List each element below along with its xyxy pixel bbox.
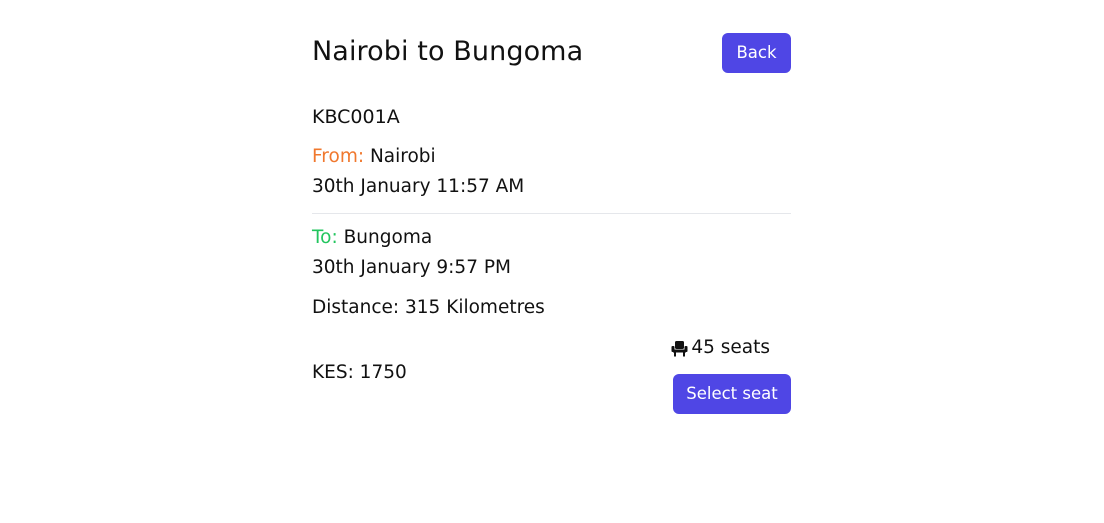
page-title: Nairobi to Bungoma (312, 36, 584, 67)
to-label: To: (312, 227, 338, 248)
to-city: Bungoma (343, 227, 433, 248)
to-row: To: Bungoma (312, 226, 432, 250)
seat-icon (671, 340, 688, 357)
vehicle-registration: KBC001A (312, 106, 400, 128)
select-seat-button[interactable]: Select seat (673, 374, 791, 414)
divider (312, 213, 791, 214)
distance: Distance: 315 Kilometres (312, 297, 545, 318)
arrival-time: 30th January 9:57 PM (312, 257, 511, 278)
from-city: Nairobi (369, 146, 436, 167)
trip-header: Nairobi to Bungoma Back (312, 32, 791, 74)
price: KES: 1750 (312, 362, 407, 383)
seats-count: 45 seats (691, 337, 770, 358)
from-label: From: (312, 146, 365, 167)
departure-time: 30th January 11:57 AM (312, 176, 525, 197)
from-row: From: Nairobi (312, 145, 436, 169)
seats-available: 45 seats (671, 336, 770, 360)
trip-card: Nairobi to Bungoma Back KBC001A From: Na… (312, 32, 791, 414)
back-button[interactable]: Back (722, 33, 791, 73)
